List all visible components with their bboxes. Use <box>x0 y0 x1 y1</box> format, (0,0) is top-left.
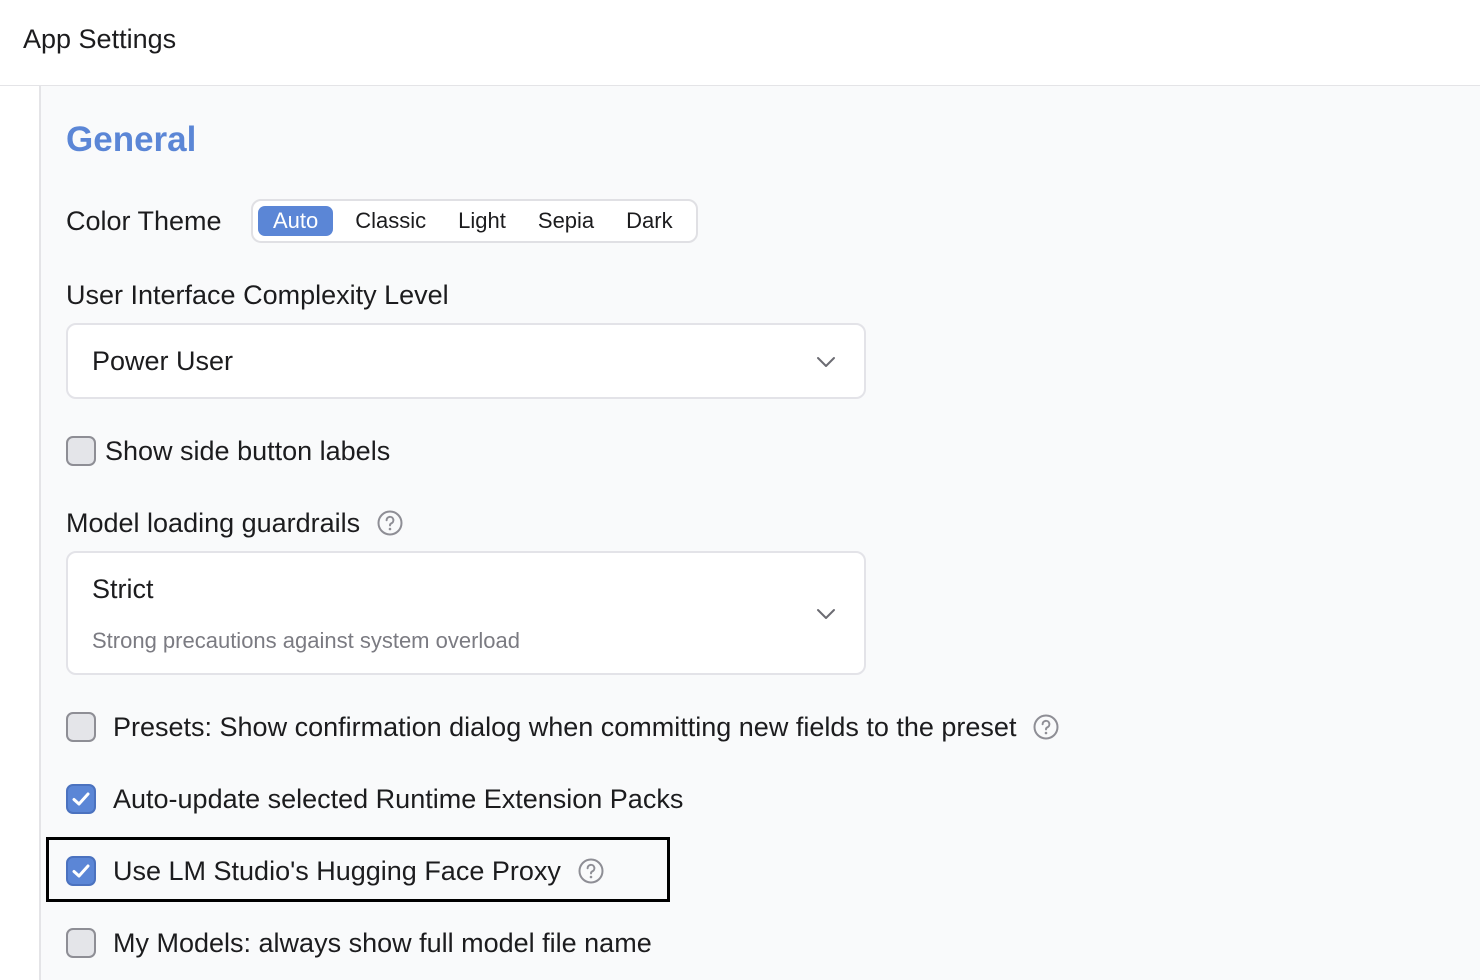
title-bar: App Settings <box>0 0 1480 86</box>
complexity-level-value: Power User <box>92 346 234 376</box>
complexity-level-label: User Interface Complexity Level <box>66 280 449 310</box>
full-model-name-checkbox[interactable] <box>66 928 96 958</box>
theme-option-auto[interactable]: Auto <box>258 206 334 236</box>
theme-option-sepia[interactable]: Sepia <box>524 206 608 236</box>
color-theme-segmented-control: Auto Classic Light Sepia Dark <box>251 199 698 243</box>
hf-proxy-row[interactable]: Use LM Studio's Hugging Face Proxy <box>66 854 604 888</box>
check-icon <box>72 864 90 878</box>
color-theme-label: Color Theme <box>66 206 222 236</box>
help-icon[interactable] <box>377 510 403 536</box>
hf-proxy-label: Use LM Studio's Hugging Face Proxy <box>113 856 561 886</box>
presets-confirm-label: Presets: Show confirmation dialog when c… <box>113 712 1017 742</box>
chevron-down-icon <box>817 357 835 367</box>
section-title-general: General <box>66 120 197 159</box>
full-model-name-row[interactable]: My Models: always show full model file n… <box>66 926 652 960</box>
guardrails-label: Model loading guardrails <box>66 508 361 538</box>
guardrails-value: Strict <box>92 574 154 604</box>
auto-update-label: Auto-update selected Runtime Extension P… <box>113 784 684 814</box>
guardrails-select[interactable]: Strict Strong precautions against system… <box>66 551 866 675</box>
help-icon[interactable] <box>1033 714 1059 740</box>
show-side-labels-checkbox[interactable] <box>66 436 96 466</box>
theme-option-classic[interactable]: Classic <box>341 206 440 236</box>
settings-panel: General Color Theme Auto Classic Light S… <box>39 86 1480 980</box>
complexity-level-select[interactable]: Power User <box>66 323 866 399</box>
auto-update-row[interactable]: Auto-update selected Runtime Extension P… <box>66 782 683 816</box>
presets-confirm-checkbox[interactable] <box>66 712 96 742</box>
presets-confirm-row[interactable]: Presets: Show confirmation dialog when c… <box>66 710 1059 744</box>
check-icon <box>72 792 90 806</box>
app-title: App Settings <box>23 24 177 54</box>
guardrails-description: Strong precautions against system overlo… <box>92 628 521 653</box>
help-icon[interactable] <box>578 858 604 884</box>
full-model-name-label: My Models: always show full model file n… <box>113 928 652 958</box>
hf-proxy-checkbox[interactable] <box>66 856 96 886</box>
chevron-down-icon <box>817 609 835 619</box>
guardrails-label-row: Model loading guardrails <box>66 506 403 540</box>
theme-option-light[interactable]: Light <box>444 206 520 236</box>
show-side-labels-label: Show side button labels <box>105 436 391 466</box>
left-gutter <box>0 86 39 980</box>
auto-update-checkbox[interactable] <box>66 784 96 814</box>
show-side-labels-row[interactable]: Show side button labels <box>66 434 390 468</box>
theme-option-dark[interactable]: Dark <box>612 206 686 236</box>
